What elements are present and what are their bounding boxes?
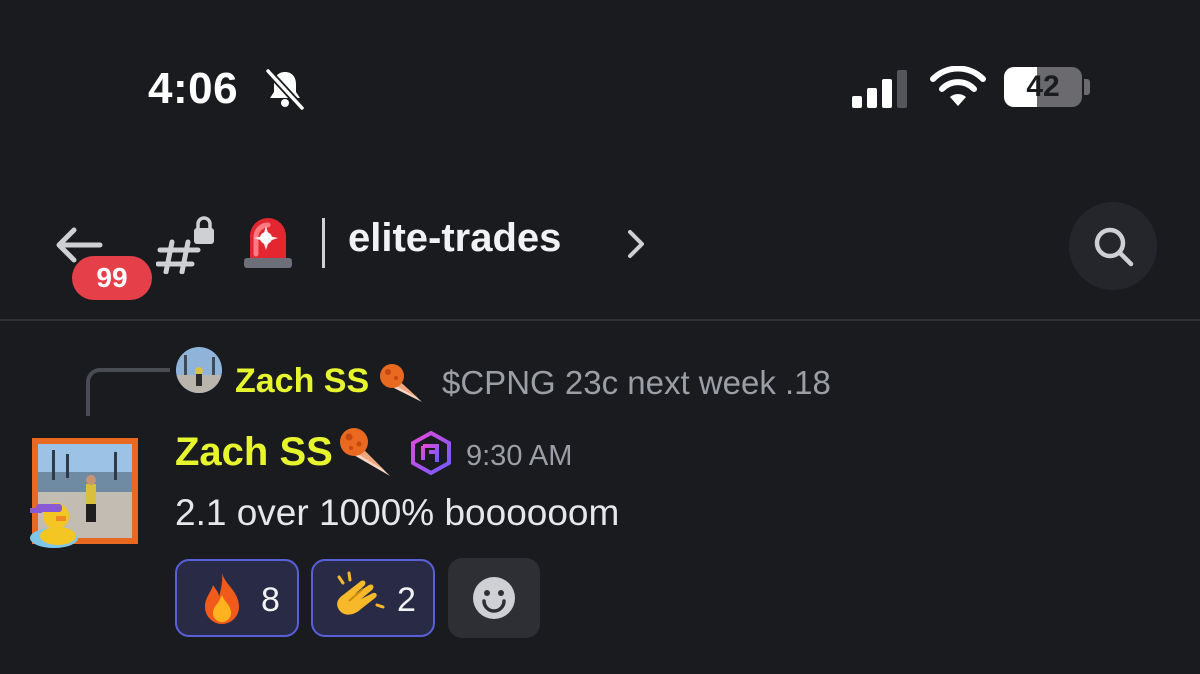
battery-icon: 42 bbox=[1004, 67, 1082, 107]
reaction-fire[interactable]: 8 bbox=[175, 559, 299, 637]
locked-text-channel-icon bbox=[156, 216, 214, 274]
status-time: 4:06 bbox=[148, 64, 239, 113]
smiley-icon bbox=[473, 577, 515, 619]
battery-nub bbox=[1084, 79, 1090, 95]
reply-author-name[interactable]: Zach SS bbox=[235, 362, 369, 401]
search-icon bbox=[1094, 227, 1134, 267]
message-author-name[interactable]: Zach SS bbox=[175, 430, 333, 475]
chevron-right-icon[interactable] bbox=[622, 226, 648, 262]
cellular-signal-icon bbox=[852, 70, 907, 108]
comet-badge-icon bbox=[340, 428, 390, 476]
fire-emoji-icon bbox=[205, 573, 239, 624]
message-text[interactable]: 2.1 over 1000% boooooom bbox=[175, 492, 619, 534]
battery-percent: 42 bbox=[1026, 70, 1060, 103]
header-divider bbox=[0, 319, 1200, 321]
search-button[interactable] bbox=[1069, 202, 1157, 290]
reaction-clapping-hands[interactable]: 2 bbox=[311, 559, 435, 637]
reply-connector bbox=[86, 368, 170, 416]
reply-avatar[interactable] bbox=[176, 347, 222, 393]
add-reaction-button[interactable] bbox=[448, 558, 540, 638]
role-badge-icon bbox=[411, 430, 451, 476]
wifi-icon bbox=[930, 66, 986, 106]
header-separator bbox=[322, 218, 325, 268]
reaction-count: 2 bbox=[397, 581, 416, 619]
siren-emoji bbox=[244, 218, 292, 268]
bell-off-icon bbox=[265, 68, 305, 111]
message-avatar[interactable] bbox=[26, 432, 144, 550]
message-timestamp: 9:30 AM bbox=[466, 440, 573, 472]
reaction-count: 8 bbox=[261, 581, 280, 619]
comet-badge-icon bbox=[380, 364, 422, 402]
channel-name[interactable]: elite-trades bbox=[348, 216, 561, 261]
unread-count-badge[interactable]: 99 bbox=[72, 256, 152, 300]
clapping-hands-emoji-icon bbox=[337, 571, 385, 615]
reply-message-text[interactable]: $CPNG 23c next week .18 bbox=[442, 364, 831, 402]
